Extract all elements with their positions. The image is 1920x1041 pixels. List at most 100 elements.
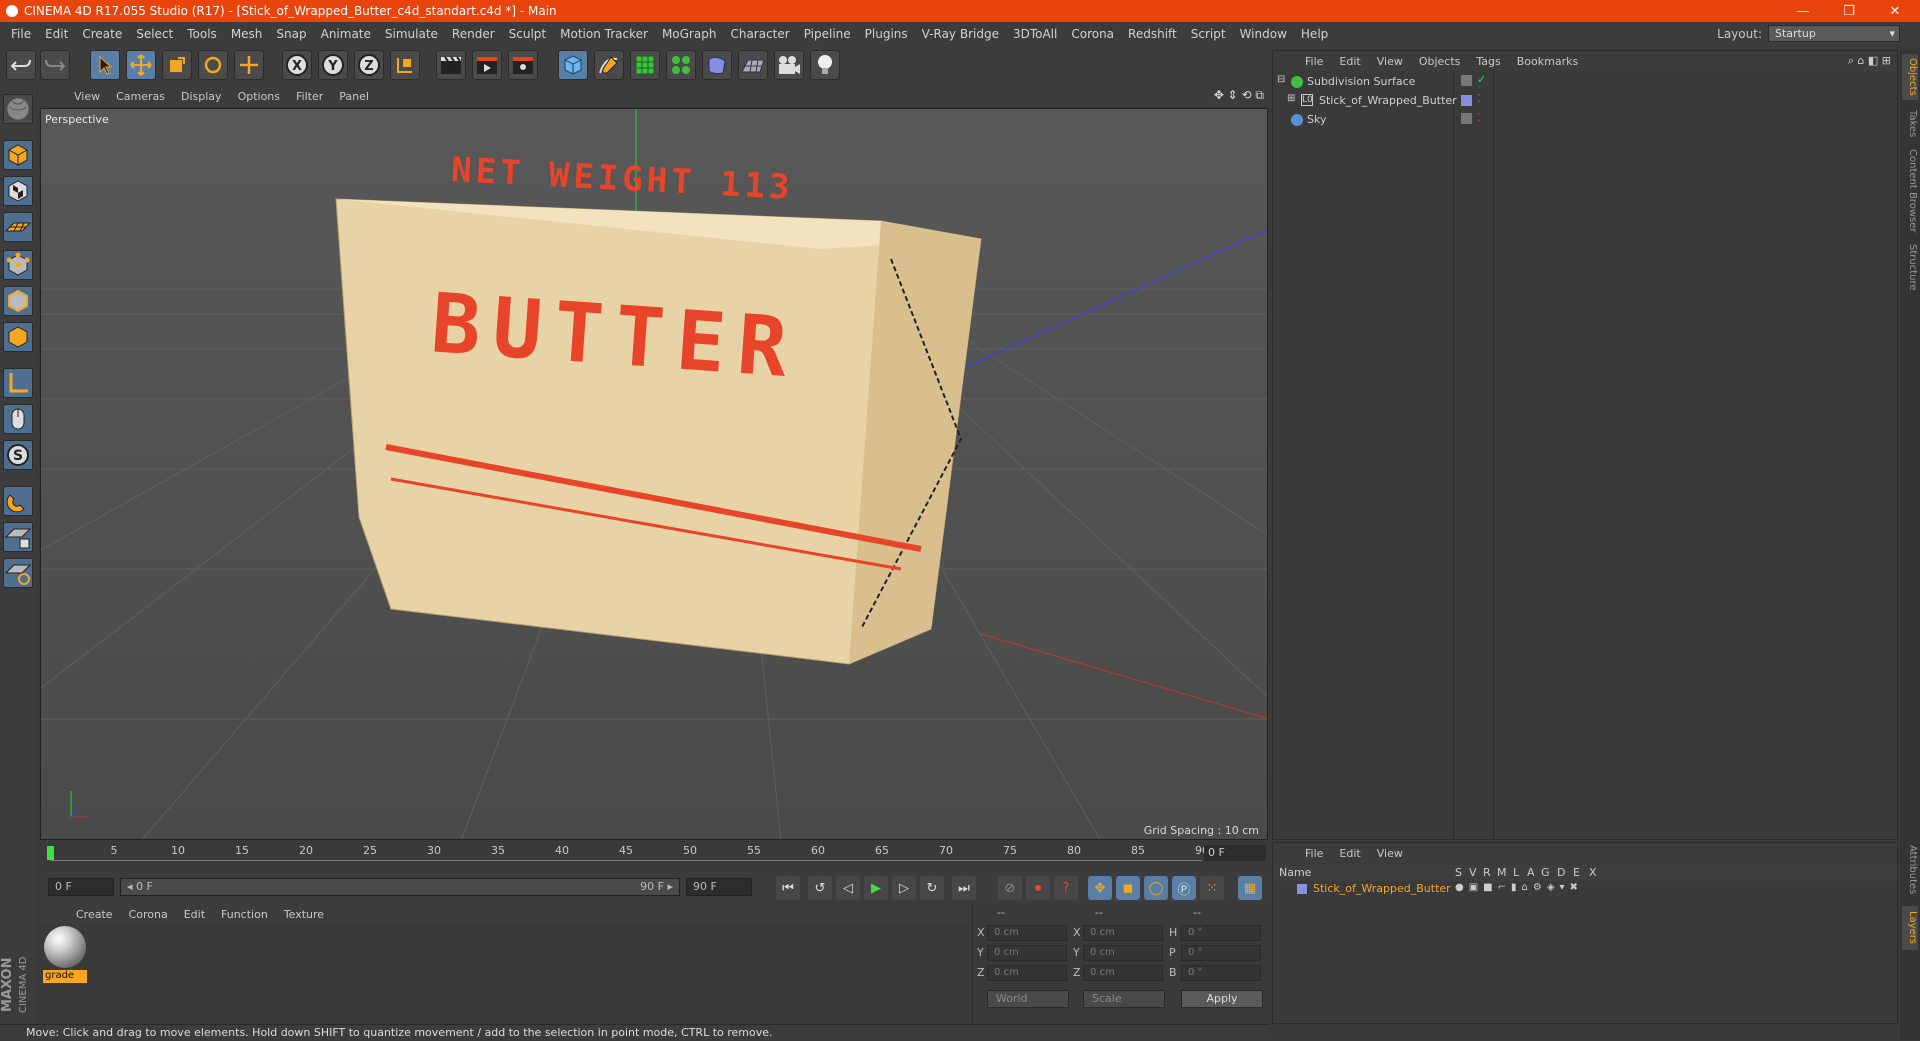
texture-mode-button[interactable] — [3, 176, 33, 206]
maximize-button[interactable]: ❐ — [1826, 0, 1872, 22]
size-mode-dropdown[interactable]: Scale — [1083, 990, 1165, 1008]
menu-character[interactable]: Character — [723, 27, 796, 41]
render-settings-button[interactable] — [508, 50, 538, 80]
objects-menu-edit[interactable]: Edit — [1331, 55, 1368, 68]
viewport-menu-display[interactable]: Display — [173, 90, 230, 103]
y-axis-lock-button[interactable]: Y — [318, 50, 348, 80]
frame-range-slider[interactable]: ◂ 0 F 90 F ▸ — [120, 878, 680, 896]
render-to-picture-viewer-button[interactable] — [472, 50, 502, 80]
size-x-field[interactable]: 0 cm — [1083, 925, 1163, 941]
go-to-start-button[interactable]: ⏮ — [776, 876, 800, 900]
motion-record-button[interactable]: ⊘ — [998, 876, 1022, 900]
material-menu-corona[interactable]: Corona — [121, 908, 176, 921]
axis-mode-button[interactable] — [3, 368, 33, 398]
viewport-menu-cameras[interactable]: Cameras — [108, 90, 173, 103]
rotation-b-field[interactable]: 0 ° — [1181, 965, 1261, 981]
objects-menu-view[interactable]: View — [1369, 55, 1411, 68]
menu-motion-tracker[interactable]: Motion Tracker — [553, 27, 655, 41]
add-deformer-button[interactable] — [702, 50, 732, 80]
make-editable-button[interactable] — [3, 94, 33, 124]
material-item[interactable]: grade — [40, 924, 92, 986]
add-environment-button[interactable] — [738, 50, 768, 80]
material-menu-create[interactable]: Create — [68, 908, 121, 921]
menu-tools[interactable]: Tools — [180, 27, 224, 41]
tab-attributes[interactable]: Attributes — [1902, 840, 1918, 900]
menu-plugins[interactable]: Plugins — [858, 27, 915, 41]
key-rotation-button[interactable]: ◯ — [1144, 876, 1168, 900]
solo-mode-button[interactable]: S — [3, 440, 33, 470]
tab-layers[interactable]: Layers — [1902, 906, 1918, 950]
rotation-p-field[interactable]: 0 ° — [1181, 945, 1261, 961]
material-menu-edit[interactable]: Edit — [176, 908, 213, 921]
minimize-button[interactable]: — — [1780, 0, 1826, 22]
z-axis-lock-button[interactable]: Z — [354, 50, 384, 80]
coordinate-system-button[interactable] — [390, 50, 420, 80]
menu-pipeline[interactable]: Pipeline — [797, 27, 858, 41]
rotation-h-field[interactable]: 0 ° — [1181, 925, 1261, 941]
close-button[interactable]: ✕ — [1872, 0, 1918, 22]
visibility-dots-icon[interactable]: ⁚ — [1477, 111, 1481, 124]
objects-menu-objects[interactable]: Objects — [1411, 55, 1469, 68]
key-parameter-button[interactable]: Ⓟ — [1172, 876, 1196, 900]
menu-mesh[interactable]: Mesh — [224, 27, 270, 41]
tab-takes[interactable]: Takes — [1902, 106, 1918, 142]
layer-toggle-icons[interactable]: ●▣■⌐▮⌂⚙◈▾✖ — [1455, 882, 1583, 893]
current-frame-field[interactable]: 0 F — [1204, 845, 1266, 861]
menu-window[interactable]: Window — [1233, 27, 1294, 41]
layers-menu-file[interactable]: File — [1297, 847, 1331, 860]
add-cube-button[interactable] — [558, 50, 588, 80]
collapse-icon[interactable]: ⊟ — [1277, 74, 1285, 85]
layout-dropdown[interactable]: Startup ▾ — [1768, 25, 1900, 42]
object-row-stick-of-wrapped-butter[interactable]: ⊞ L0 Stick_of_Wrapped_Butter ⁚ — [1273, 92, 1897, 110]
apply-button[interactable]: Apply — [1181, 990, 1263, 1008]
object-manager-tool-icons[interactable]: ⌕ ⌂ ◧ ⊞ — [1848, 54, 1891, 68]
menu-sculpt[interactable]: Sculpt — [502, 27, 553, 41]
edit-tag-icon[interactable] — [1461, 113, 1472, 124]
menu-redshift[interactable]: Redshift — [1121, 27, 1184, 41]
size-y-field[interactable]: 0 cm — [1083, 945, 1163, 961]
layers-menu-view[interactable]: View — [1369, 847, 1411, 860]
timeline-ruler[interactable]: 0 5 10 15 20 25 30 35 40 45 50 55 60 65 … — [47, 844, 1209, 864]
transform-tool-button[interactable] — [234, 50, 264, 80]
visibility-dots-icon[interactable]: ⁚ — [1477, 92, 1481, 105]
add-mograph-button[interactable] — [666, 50, 696, 80]
menu-3dtoall[interactable]: 3DToAll — [1006, 27, 1064, 41]
go-to-end-button[interactable]: ⏭ — [952, 876, 976, 900]
menu-select[interactable]: Select — [129, 27, 180, 41]
play-button[interactable]: ▶ — [864, 876, 888, 900]
menu-file[interactable]: File — [4, 27, 38, 41]
key-pla-button[interactable]: ⁙ — [1200, 876, 1224, 900]
menu-corona[interactable]: Corona — [1064, 27, 1121, 41]
add-generator-button[interactable] — [630, 50, 660, 80]
rotate-tool-button[interactable] — [198, 50, 228, 80]
viewport-menu-filter[interactable]: Filter — [288, 90, 331, 103]
points-mode-button[interactable] — [3, 250, 33, 280]
objects-menu-bookmarks[interactable]: Bookmarks — [1509, 55, 1586, 68]
coordinate-space-dropdown[interactable]: World — [987, 990, 1069, 1008]
enable-axis-button[interactable] — [3, 522, 33, 552]
objects-menu-file[interactable]: File — [1297, 55, 1331, 68]
redo-button[interactable] — [40, 50, 70, 80]
tab-objects[interactable]: Objects — [1902, 54, 1918, 100]
scale-tool-button[interactable] — [162, 50, 192, 80]
x-axis-lock-button[interactable]: X — [282, 50, 312, 80]
size-z-field[interactable]: 0 cm — [1083, 965, 1163, 981]
timeline-playhead[interactable] — [47, 846, 54, 860]
model-mode-button[interactable] — [3, 140, 33, 170]
add-light-button[interactable] — [810, 50, 840, 80]
menu-animate[interactable]: Animate — [314, 27, 378, 41]
menu-create[interactable]: Create — [75, 27, 129, 41]
undo-button[interactable] — [6, 50, 36, 80]
menu-simulate[interactable]: Simulate — [378, 27, 445, 41]
next-key-button[interactable]: ↻ — [920, 876, 944, 900]
key-position-button[interactable]: ✥ — [1088, 876, 1112, 900]
autokeying-button[interactable]: ? — [1054, 876, 1078, 900]
objects-menu-tags[interactable]: Tags — [1468, 55, 1508, 68]
menu-script[interactable]: Script — [1184, 27, 1233, 41]
position-x-field[interactable]: 0 cm — [987, 925, 1067, 941]
live-selection-button[interactable] — [90, 50, 120, 80]
timeline-window-button[interactable]: ▦ — [1238, 876, 1262, 900]
menu-vray-bridge[interactable]: V-Ray Bridge — [915, 27, 1006, 41]
layer-color-swatch[interactable] — [1297, 884, 1307, 894]
render-view-button[interactable] — [436, 50, 466, 80]
